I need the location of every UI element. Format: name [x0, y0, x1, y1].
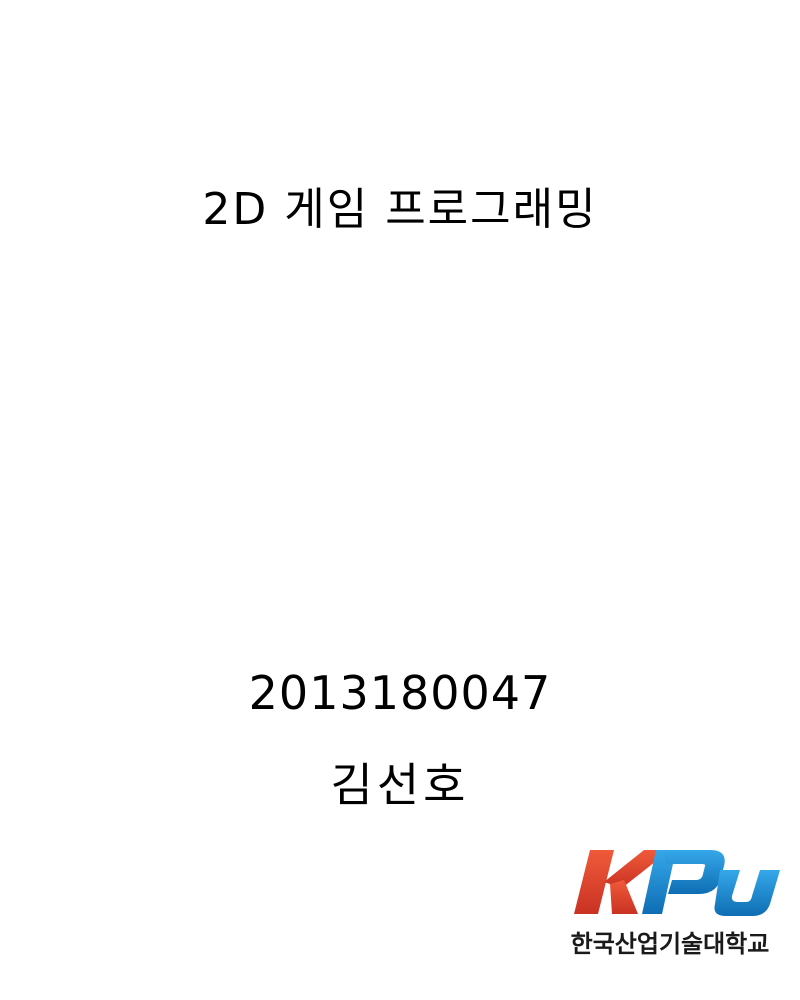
logo-letter-p	[642, 850, 725, 914]
document-page: 2D 게임 프로그래밍 2013180047 김선호 한국산업기술대학교	[0, 0, 800, 1000]
student-name: 김선호	[330, 758, 470, 812]
document-title: 2D 게임 프로그래밍	[202, 184, 598, 235]
logo-letter-u	[714, 870, 780, 916]
student-id: 2013180047	[248, 666, 552, 720]
kpu-logo-mark	[574, 850, 780, 916]
university-name: 한국산업기술대학교	[570, 930, 770, 958]
